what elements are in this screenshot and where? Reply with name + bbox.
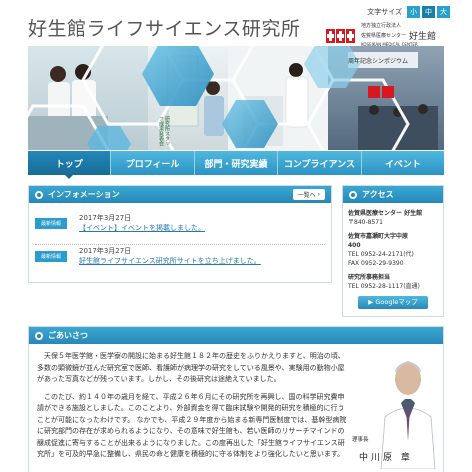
google-map-button[interactable]: ▶ Googleマップ bbox=[358, 296, 428, 309]
greeting-header: ごあいさつ bbox=[29, 327, 443, 344]
news-list-label: 一覧へ bbox=[297, 192, 316, 199]
font-size-large-button[interactable]: 大 bbox=[437, 6, 450, 18]
news-link[interactable]: 好生館ライフサイエンス研究所サイトを立ち上げました。 bbox=[79, 256, 261, 266]
hero-image-collage: 研究所スタッフ成果発表会 周年記念シンポジウム bbox=[28, 46, 444, 150]
access-fax: FAX 0952-29-9390 bbox=[348, 260, 404, 267]
access-zip: 〒840-8571 bbox=[348, 219, 383, 226]
greeting-title: ごあいさつ bbox=[48, 331, 88, 340]
font-size-small-button[interactable]: 小 bbox=[407, 6, 420, 18]
map-pin-icon: ▶ bbox=[368, 298, 376, 306]
nav-top[interactable]: トップ bbox=[28, 151, 112, 179]
google-map-label: Googleマップ bbox=[375, 298, 418, 306]
site-title[interactable]: 好生館ライフサイエンス研究所 bbox=[28, 14, 300, 41]
font-size-switcher: 文字サイズ 小 中 大 bbox=[367, 6, 450, 18]
news-link[interactable]: 【イベント】イベントを掲載しました。 bbox=[79, 223, 205, 233]
news-badge: 最新情報 bbox=[35, 218, 67, 229]
greeting-paragraph: このたび、約１４０年の歳月を経て、平成２６年６月にその研究所を再興し、国の科学研… bbox=[37, 392, 347, 459]
news-badge: 最新情報 bbox=[35, 251, 67, 262]
hospital-name: 好生館 bbox=[409, 32, 437, 42]
access-title: アクセス bbox=[362, 190, 394, 199]
font-size-label: 文字サイズ bbox=[367, 8, 402, 16]
access-office: 研究所事務担当 bbox=[348, 274, 391, 281]
news-date: 2017年3月27日 bbox=[79, 247, 132, 255]
nav-profile[interactable]: プロフィール bbox=[111, 151, 195, 175]
hospital-logo-link[interactable]: 地方独立行政法人 佐賀県医療センター 好生館 KOSEIKAN MEDICAL … bbox=[326, 23, 436, 48]
access-address-2: 400 bbox=[348, 242, 361, 249]
access-tel: TEL 0952-24-2171(代) bbox=[348, 251, 414, 258]
header: 好生館ライフサイエンス研究所 文字サイズ 小 中 大 地方独立行政法人 佐賀県医… bbox=[0, 0, 472, 48]
font-size-medium-button[interactable]: 中 bbox=[422, 6, 435, 18]
hero-red-cross-row bbox=[368, 86, 394, 98]
access-office-tel: TEL 0952-28-1117(直通) bbox=[348, 283, 420, 290]
director-name: 中川原 章 bbox=[359, 453, 413, 463]
access-address-1: 佐賀市嘉瀬町大字中原 bbox=[348, 233, 409, 240]
news-item: 最新情報 2017年3月27日 好生館ライフサイエンス研究所サイトを立ち上げまし… bbox=[35, 246, 261, 266]
hero-red-cross-icon bbox=[382, 86, 394, 98]
bullet-icon bbox=[35, 190, 43, 199]
hospital-small-text-2: 佐賀県医療センター bbox=[361, 32, 407, 39]
hero-red-cross-icon bbox=[368, 86, 380, 98]
bullet-icon bbox=[35, 331, 43, 340]
access-org: 佐賀県医療センター 好生館 bbox=[348, 210, 423, 217]
news-date: 2017年3月27日 bbox=[79, 214, 132, 222]
hospital-cross-logo-icon bbox=[326, 28, 356, 43]
global-nav: トップ プロフィール 部門・研究実績 コンプライアンス イベント bbox=[28, 151, 445, 179]
news-divider bbox=[35, 244, 325, 245]
bullet-icon bbox=[349, 190, 357, 199]
greeting-panel: ごあいさつ 天保５年医学館・医学寮の開設に始まる好生館１８２年の歴史をふりかえり… bbox=[28, 326, 444, 472]
information-panel: インフォメーション 一覧へ › 最新情報 2017年3月27日 【イベント】イベ… bbox=[28, 185, 332, 283]
information-title: インフォメーション bbox=[48, 190, 120, 199]
nav-events[interactable]: イベント bbox=[361, 151, 445, 175]
hero-sign-text: 周年記念シンポジウム bbox=[348, 58, 409, 65]
news-item: 最新情報 2017年3月27日 【イベント】イベントを掲載しました。 bbox=[35, 213, 205, 233]
access-panel: アクセス 佐賀県医療センター 好生館 〒840-8571 佐賀市嘉瀬町大字中原 … bbox=[342, 185, 444, 317]
news-list-button[interactable]: 一覧へ › bbox=[292, 189, 325, 200]
greeting-body: 天保５年医学館・医学寮の開設に始まる好生館１８２年の歴史をふりかえりますと、明治… bbox=[37, 351, 349, 467]
director-title: 理事長 bbox=[352, 437, 369, 443]
information-header: インフォメーション 一覧へ › bbox=[29, 186, 331, 203]
access-header: アクセス bbox=[343, 186, 443, 203]
greeting-paragraph: 天保５年医学館・医学寮の開設に始まる好生館１８２年の歴史をふりかえりますと、明治… bbox=[37, 352, 345, 383]
nav-compliance[interactable]: コンプライアンス bbox=[278, 151, 362, 175]
nav-departments[interactable]: 部門・研究実績 bbox=[194, 151, 279, 175]
hero-banner-text: 研究所スタッフ成果発表会 bbox=[158, 116, 170, 146]
